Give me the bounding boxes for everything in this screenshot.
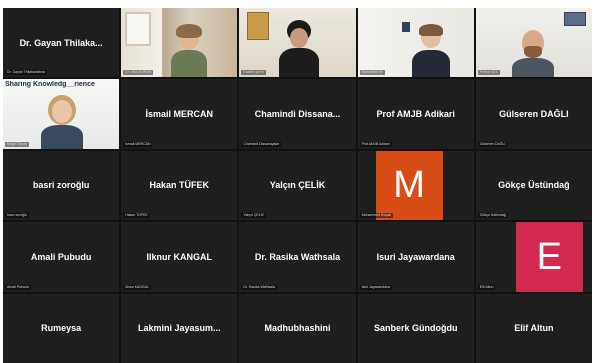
participant-tile[interactable]: Sanberk Gündoğdu (357, 293, 474, 363)
participant-tag: Elif Altun (477, 284, 496, 290)
participant-name: Sanberk Gündoğdu (373, 323, 458, 334)
participant-tile[interactable]: Gülseren DAĞLI Gülseren DAĞLI (475, 79, 592, 149)
participant-name: Elif Altun (514, 323, 554, 334)
participant-tag: Gülseren DAĞLI (477, 141, 508, 147)
participant-tile[interactable]: İsmail MERCAN İsmail MERCAN (121, 79, 238, 149)
participant-tile[interactable]: Dr. Gayan Thilaka... Dr. Gayan Thilakara… (3, 8, 120, 78)
participant-tile[interactable]: Gökçe Üstündağ Gökçe Üstündağ (475, 150, 592, 221)
participant-tag: basri zoroğlu (5, 213, 30, 219)
participant-tile[interactable]: Yalçın ÇELİK Yalçın ÇELİK (239, 150, 356, 221)
participant-video-tile[interactable]: Sharing Knowledg__rience Müge Özcan (3, 79, 120, 149)
participant-tag: Kaaeln gbrek (241, 70, 267, 76)
participant-tag: Prof AMJB Adikari (359, 141, 392, 147)
participant-tag: Gökçe Üstündağ (477, 213, 508, 219)
participant-tile[interactable]: M Muhammed Koçak (357, 150, 474, 221)
participant-name: Rumeysa (41, 323, 82, 334)
participant-name: İsmail MERCAN (145, 109, 214, 120)
participant-tag: Amali Pubudu (5, 284, 31, 290)
participant-tag: Dr. Ulka DURMA (123, 70, 154, 76)
person-figure (169, 24, 209, 78)
participant-name: Chamindi Dissana... (254, 109, 341, 120)
participant-tag: Chamindi Dissanayake (241, 141, 282, 147)
participant-tag: Kemalettin Er (359, 70, 385, 76)
participant-avatar: M (375, 150, 443, 221)
person-figure (277, 20, 321, 78)
participant-name: Madhubhashini (264, 323, 331, 334)
participant-tile[interactable]: Ilknur KANGAL Ilknur KANGAL (121, 222, 238, 292)
participant-tag: Dr. Gayan Thilakarathna (5, 70, 47, 76)
participant-tag: İsmail MERCAN (123, 141, 153, 147)
participant-tag: Muhammed Koçak (359, 213, 393, 219)
participant-tag: Dr. Rasika Wathsala (241, 284, 277, 290)
participant-tile[interactable]: Dr. Rasika Wathsala Dr. Rasika Wathsala (239, 222, 356, 292)
person-figure (410, 24, 450, 78)
window-shape (125, 12, 152, 46)
participant-video-tile[interactable]: Ferhat ÇEL (475, 8, 592, 78)
participant-video-tile[interactable]: Kemalettin Er (357, 8, 474, 78)
participant-tile[interactable]: Prof AMJB Adikari Prof AMJB Adikari (357, 79, 474, 149)
participant-tag: Hakan TÜFEK (123, 213, 150, 219)
participant-tile[interactable]: Elif Altun (475, 293, 592, 363)
participant-tile[interactable]: Rumeysa (3, 293, 120, 363)
participant-name: Prof AMJB Adikari (376, 109, 455, 120)
wall-decor-shape (401, 22, 410, 32)
participant-name: Hakan TÜFEK (149, 180, 210, 191)
participant-tile[interactable]: E Elif Altun (475, 222, 592, 292)
person-figure (39, 95, 85, 149)
shared-banner-text: Sharing Knowledg__rience (5, 81, 95, 89)
participant-tag: Yalçın ÇELİK (241, 213, 266, 219)
participant-video-tile[interactable]: Kaaeln gbrek (239, 8, 356, 78)
participant-tag: Isuri Jayawardana (359, 284, 392, 290)
participant-name: Gülseren DAĞLI (499, 109, 569, 120)
participant-tile[interactable]: Lakmini Jayasum... (121, 293, 238, 363)
participant-avatar: E (515, 222, 583, 292)
participant-video-tile[interactable]: Dr. Ulka DURMA (121, 8, 238, 78)
participant-tag: Müge Özcan (5, 141, 29, 147)
participant-name: Dr. Gayan Thilaka... (19, 37, 103, 48)
participant-tile[interactable]: Madhubhashini (239, 293, 356, 363)
frame-shape (247, 12, 270, 40)
participant-name: Yalçın ÇELİK (269, 180, 326, 191)
participant-tile[interactable]: basri zoroğlu basri zoroğlu (3, 150, 120, 221)
participant-name: Gökçe Üstündağ (498, 180, 570, 191)
participant-tile[interactable]: Amali Pubudu Amali Pubudu (3, 222, 120, 292)
participant-name: Ilknur KANGAL (146, 251, 213, 262)
participant-tile[interactable]: Chamindi Dissana... Chamindi Dissanayake (239, 79, 356, 149)
participant-tile[interactable]: Isuri Jayawardana Isuri Jayawardana (357, 222, 474, 292)
poster-shape (563, 12, 586, 26)
participant-name: Isuri Jayawardana (376, 251, 455, 262)
participant-name: Dr. Rasika Wathsala (254, 251, 341, 262)
participant-name: Lakmini Jayasum... (138, 323, 221, 334)
person-figure (510, 30, 554, 78)
video-gallery-grid: Dr. Gayan Thilaka... Dr. Gayan Thilakara… (3, 8, 592, 363)
participant-name: basri zoroğlu (32, 180, 90, 191)
participant-tile[interactable]: Hakan TÜFEK Hakan TÜFEK (121, 150, 238, 221)
participant-tag: Ilknur KANGAL (123, 284, 151, 290)
participant-name: Amali Pubudu (30, 251, 92, 262)
participant-tag: Ferhat ÇEL (477, 70, 500, 76)
